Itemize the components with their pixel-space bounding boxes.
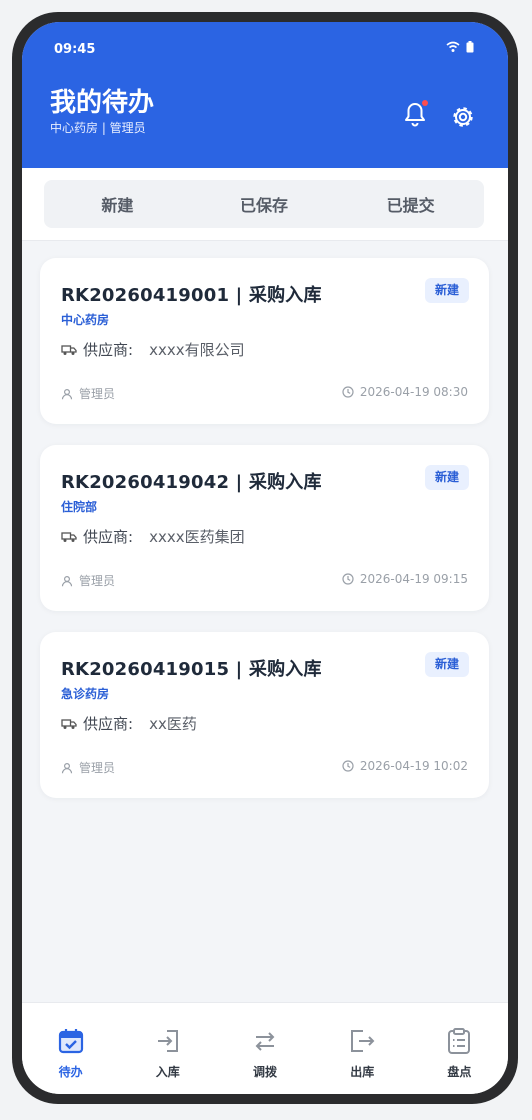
supplier-name: xx医药 <box>149 715 197 733</box>
card-title: RK20260419042 | 采购入库 <box>61 472 322 493</box>
card-user: 管理员 <box>61 385 115 402</box>
card-department: 住院部 <box>61 500 98 514</box>
tab-saved[interactable]: 已保存 <box>191 180 338 228</box>
card-time: 2026-04-19 09:15 <box>342 572 468 586</box>
app-header: 09:45 我的待办 中心药房 | 管理员 <box>22 22 508 168</box>
card-supplier: 供应商: xx医药 <box>61 713 197 734</box>
status-badge: 新建 <box>424 465 469 490</box>
outbound-icon <box>351 1030 375 1052</box>
bottom-nav: 待办 入库 调拨 出库 盘点 <box>22 1002 508 1094</box>
settings-gear-icon[interactable] <box>448 102 478 132</box>
nav-item-inventory[interactable]: 盘点 <box>411 1003 508 1094</box>
calendar-check-icon <box>58 1029 83 1054</box>
page-subtitle: 中心药房 | 管理员 <box>50 121 146 135</box>
screen: 09:45 我的待办 中心药房 | 管理员 新建 已保存 已提交 RK20260… <box>22 22 508 1094</box>
card-user: 管理员 <box>61 759 115 776</box>
card-time: 2026-04-19 08:30 <box>342 385 468 399</box>
card-supplier: 供应商: xxxx有限公司 <box>61 339 245 360</box>
truck-icon <box>61 344 77 355</box>
status-icons <box>446 41 474 53</box>
nav-item-inbound[interactable]: 入库 <box>119 1003 216 1094</box>
status-badge: 新建 <box>424 652 469 677</box>
card-timestamp: 2026-04-19 08:30 <box>359 385 468 399</box>
user-name: 管理员 <box>79 387 116 401</box>
tab-submitted[interactable]: 已提交 <box>337 180 484 228</box>
wifi-icon <box>446 41 460 52</box>
clock-icon <box>342 760 354 772</box>
user-name: 管理员 <box>79 574 116 588</box>
user-icon <box>61 388 73 399</box>
clock-icon <box>342 386 354 398</box>
nav-item-outbound[interactable]: 出库 <box>314 1003 411 1094</box>
clipboard-list-icon <box>448 1028 471 1054</box>
card-timestamp: 2026-04-19 10:02 <box>359 759 468 773</box>
battery-icon <box>466 41 474 53</box>
card-time: 2026-04-19 10:02 <box>342 759 468 773</box>
notification-dot <box>422 100 428 106</box>
task-card[interactable]: RK20260419015 | 采购入库 新建 急诊药房 供应商: xx医药 管… <box>40 632 489 798</box>
supplier-label: 供应商: <box>83 528 134 546</box>
nav-label: 待办 <box>58 1065 83 1079</box>
nav-label: 调拨 <box>253 1065 278 1079</box>
card-timestamp: 2026-04-19 09:15 <box>359 572 468 586</box>
notification-bell-icon[interactable] <box>400 98 430 130</box>
supplier-name: xxxx医药集团 <box>149 528 245 546</box>
card-department: 中心药房 <box>61 313 110 327</box>
card-department: 急诊药房 <box>61 687 110 701</box>
page-title: 我的待办 <box>50 88 155 118</box>
truck-icon <box>61 718 77 729</box>
transfer-icon <box>255 1032 275 1051</box>
supplier-label: 供应商: <box>83 715 134 733</box>
nav-item-todo[interactable]: 待办 <box>22 1003 119 1094</box>
tab-bar-container: 新建 已保存 已提交 <box>22 168 508 241</box>
card-title: RK20260419001 | 采购入库 <box>61 285 322 306</box>
nav-label: 出库 <box>350 1065 375 1079</box>
card-user: 管理员 <box>61 572 115 589</box>
nav-label: 盘点 <box>447 1065 472 1079</box>
user-icon <box>61 575 73 586</box>
nav-item-transfer[interactable]: 调拨 <box>216 1003 313 1094</box>
status-time: 09:45 <box>54 42 96 57</box>
nav-label: 入库 <box>155 1065 180 1079</box>
supplier-label: 供应商: <box>83 341 134 359</box>
card-supplier: 供应商: xxxx医药集团 <box>61 526 245 547</box>
phone-frame: 09:45 我的待办 中心药房 | 管理员 新建 已保存 已提交 RK20260… <box>12 12 518 1104</box>
task-card[interactable]: RK20260419001 | 采购入库 新建 中心药房 供应商: xxxx有限… <box>40 258 489 424</box>
user-name: 管理员 <box>79 761 116 775</box>
card-title: RK20260419015 | 采购入库 <box>61 659 322 680</box>
status-badge: 新建 <box>424 278 469 303</box>
clock-icon <box>342 573 354 585</box>
supplier-name: xxxx有限公司 <box>149 341 245 359</box>
truck-icon <box>61 531 77 542</box>
tab-new[interactable]: 新建 <box>44 180 191 228</box>
task-card[interactable]: RK20260419042 | 采购入库 新建 住院部 供应商: xxxx医药集… <box>40 445 489 611</box>
tab-bar: 新建 已保存 已提交 <box>44 180 484 228</box>
inbound-icon <box>157 1030 178 1052</box>
user-icon <box>61 762 73 773</box>
